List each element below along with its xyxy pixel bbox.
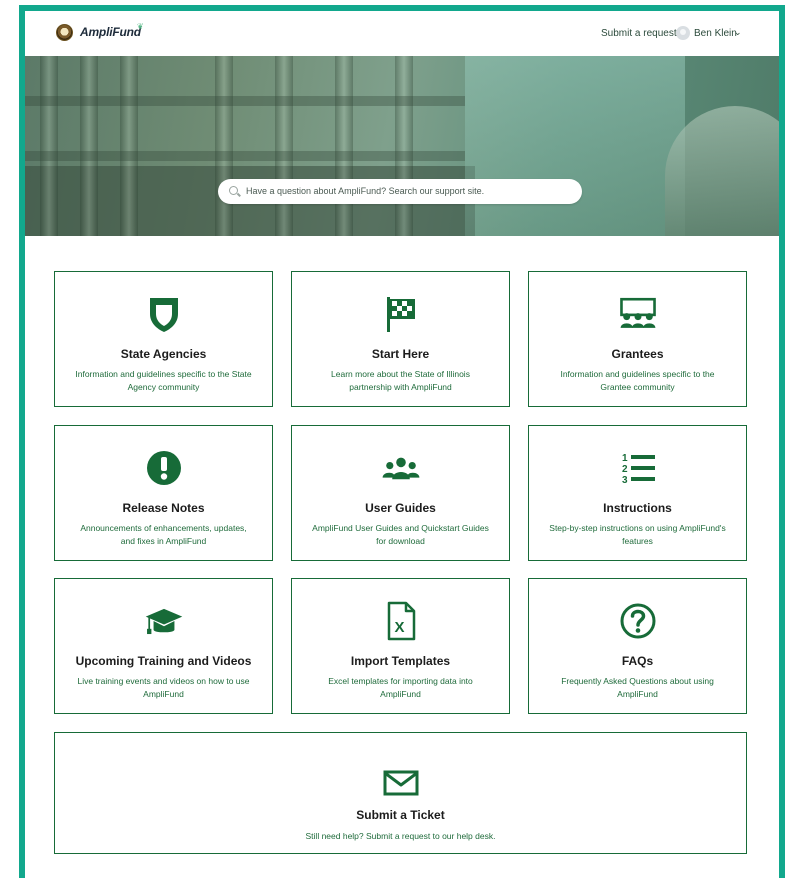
card-faqs[interactable]: FAQs Frequently Asked Questions about us…: [528, 578, 747, 714]
card-description: Announcements of enhancements, updates, …: [80, 523, 247, 546]
submit-request-link[interactable]: Submit a request: [601, 28, 677, 39]
svg-text:1: 1: [622, 453, 628, 464]
hero-beam: [25, 96, 465, 106]
leaf-icon: ❦: [137, 22, 144, 31]
card-instructions[interactable]: 1 2 3 Instructions Step-by-step instruct…: [528, 425, 747, 561]
card-grantees[interactable]: Grantees Information and guidelines spec…: [528, 271, 747, 407]
envelope-icon: [383, 770, 418, 796]
user-avatar-icon[interactable]: [676, 26, 690, 40]
hero-column: [395, 56, 413, 236]
app-logo-text[interactable]: AmpliFund: [80, 25, 141, 39]
hero-column: [120, 56, 138, 236]
card-title: Start Here: [371, 347, 430, 361]
question-circle-icon: [620, 603, 655, 639]
checkered-flag-icon: [386, 297, 415, 332]
card-release-notes[interactable]: Release Notes Announcements of enhanceme…: [54, 425, 273, 561]
excel-file-icon: X: [387, 601, 415, 641]
graduation-cap-icon: [145, 608, 182, 635]
card-description: Step-by-step instructions on using Ampli…: [549, 523, 726, 546]
card-upcoming-training[interactable]: Upcoming Training and Videos Live traini…: [54, 578, 273, 714]
help-center-frame: AmpliFund ❦ Submit a request Ben Klein ⌄…: [19, 5, 785, 878]
hero-column: [80, 56, 98, 236]
card-description: Information and guidelines specific to t…: [560, 369, 715, 392]
svg-text:2: 2: [622, 464, 628, 475]
card-description: Learn more about the State of Illinois p…: [331, 369, 470, 392]
card-title: User Guides: [365, 501, 436, 515]
card-description: Excel templates for importing data into …: [328, 676, 473, 699]
hero-banner: Have a question about AmpliFund? Search …: [25, 56, 779, 236]
card-submit-ticket[interactable]: Submit a Ticket Still need help? Submit …: [54, 732, 747, 854]
card-description: Still need help? Submit a request to our…: [305, 831, 496, 841]
card-title: Submit a Ticket: [356, 808, 445, 822]
hero-column: [215, 56, 233, 236]
card-title: Release Notes: [122, 501, 205, 515]
exclamation-circle-icon: [146, 451, 181, 485]
card-title: Import Templates: [350, 654, 451, 668]
shield-icon: [149, 298, 178, 332]
hero-column: [40, 56, 58, 236]
card-start-here[interactable]: Start Here Learn more about the State of…: [291, 271, 510, 407]
numbered-list-icon: 1 2 3: [622, 453, 655, 486]
search-icon: [229, 186, 238, 195]
users-group-icon: [382, 457, 419, 480]
hero-beam: [25, 151, 465, 161]
top-header: AmpliFund ❦ Submit a request Ben Klein ⌄: [25, 11, 779, 56]
hero-column: [275, 56, 293, 236]
state-seal-logo: [56, 24, 73, 41]
hero-column: [335, 56, 353, 236]
svg-text:X: X: [394, 619, 404, 636]
support-search-input[interactable]: Have a question about AmpliFund? Search …: [218, 179, 582, 204]
card-description: AmpliFund User Guides and Quickstart Gui…: [312, 523, 489, 546]
card-description: Frequently Asked Questions about using A…: [561, 676, 714, 699]
card-description: Information and guidelines specific to t…: [75, 369, 252, 392]
card-description: Live training events and videos on how t…: [77, 676, 250, 699]
card-import-templates[interactable]: X Import Templates Excel templates for i…: [291, 578, 510, 714]
user-menu-name[interactable]: Ben Klein: [694, 28, 737, 39]
card-title: Grantees: [611, 347, 664, 361]
search-placeholder: Have a question about AmpliFund? Search …: [246, 186, 485, 196]
card-title: Upcoming Training and Videos: [75, 654, 252, 668]
presentation-audience-icon: [619, 297, 656, 328]
card-title: FAQs: [621, 654, 654, 668]
card-user-guides[interactable]: User Guides AmpliFund User Guides and Qu…: [291, 425, 510, 561]
hero-sky: [465, 56, 685, 236]
svg-text:3: 3: [622, 475, 628, 486]
card-title: Instructions: [603, 501, 672, 515]
chevron-down-icon[interactable]: ⌄: [734, 27, 742, 38]
card-title: State Agencies: [120, 347, 207, 361]
card-state-agencies[interactable]: State Agencies Information and guideline…: [54, 271, 273, 407]
